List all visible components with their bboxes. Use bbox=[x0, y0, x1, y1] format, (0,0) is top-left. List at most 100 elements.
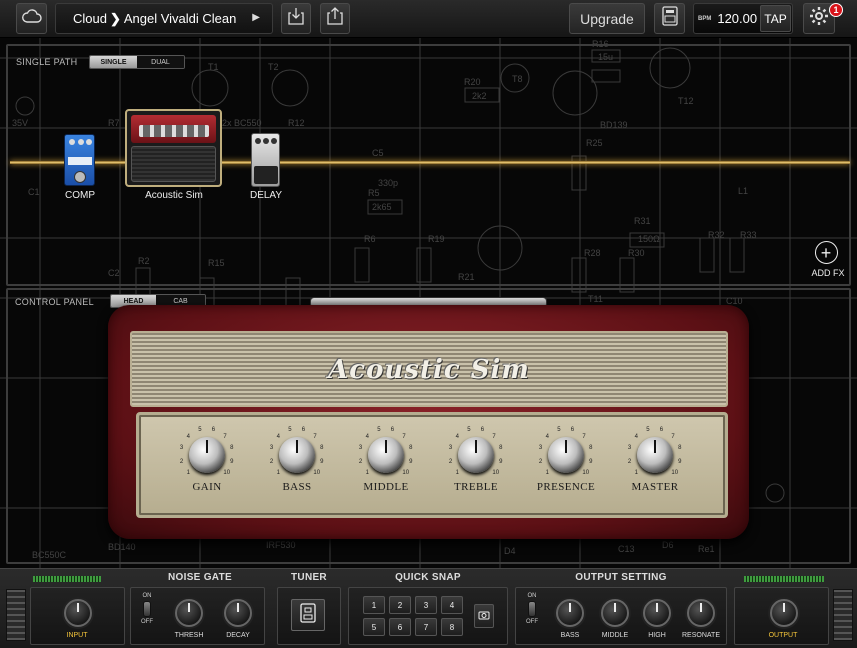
knob-scale-mark: 3 bbox=[448, 445, 453, 452]
output-bass-knob[interactable] bbox=[556, 599, 584, 627]
footswitch bbox=[254, 166, 278, 184]
play-icon[interactable]: ▶ bbox=[252, 12, 260, 23]
knob-scale-mark: 1 bbox=[276, 470, 280, 477]
presence-knob-group: PRESENCE 1 2 3 4 5 6 7 8 9 10 bbox=[536, 425, 596, 505]
output-high-knob[interactable] bbox=[643, 599, 671, 627]
path-mode-dual[interactable]: DUAL bbox=[137, 56, 184, 68]
stompbox-view-button[interactable] bbox=[654, 3, 685, 34]
knob-scale-mark: 8 bbox=[320, 445, 324, 452]
output-label: OUTPUT bbox=[768, 632, 798, 639]
knob-scale-mark: 8 bbox=[230, 445, 234, 452]
presence-knob[interactable] bbox=[548, 437, 584, 473]
amp-logo: Acoustic Sim bbox=[328, 355, 530, 385]
snap-slot-6[interactable]: 6 bbox=[389, 618, 411, 636]
middle-label: MIDDLE bbox=[363, 481, 409, 493]
knob-scale-mark: 9 bbox=[230, 458, 234, 465]
knob-scale-mark: 7 bbox=[671, 433, 675, 440]
knob-scale-mark: 2 bbox=[448, 458, 453, 465]
output-eq-switch[interactable]: ON OFF bbox=[525, 593, 539, 625]
fx-label-amp: Acoustic Sim bbox=[145, 190, 203, 201]
snap-slot-8[interactable]: 8 bbox=[441, 618, 463, 636]
fx-label-comp: COMP bbox=[65, 190, 95, 201]
add-fx-label: ADD FX bbox=[811, 268, 845, 278]
snap-slot-7[interactable]: 7 bbox=[415, 618, 437, 636]
thresh-knob[interactable] bbox=[175, 599, 203, 627]
knob-scale-mark: 5 bbox=[288, 426, 292, 433]
switch-lever bbox=[143, 601, 151, 617]
switch-lever bbox=[528, 601, 536, 617]
gear-icon bbox=[809, 6, 829, 31]
knob-scale-mark: 10 bbox=[223, 470, 231, 477]
share-preset-button[interactable] bbox=[320, 3, 350, 34]
knob-scale-mark: 7 bbox=[313, 433, 317, 440]
knob-scale-mark: 10 bbox=[313, 470, 321, 477]
camera-icon bbox=[478, 610, 490, 622]
knob-scale-mark: 9 bbox=[589, 458, 593, 465]
snap-slot-4[interactable]: 4 bbox=[441, 596, 463, 614]
output-middle-knob[interactable] bbox=[601, 599, 629, 627]
save-preset-button[interactable] bbox=[281, 3, 311, 34]
bass-knob-group: BASS 1 2 3 4 5 6 7 8 9 10 bbox=[267, 425, 327, 505]
snap-slot-1[interactable]: 1 bbox=[363, 596, 385, 614]
knob-scale-mark: 6 bbox=[659, 426, 664, 433]
pedal-knob bbox=[271, 138, 277, 144]
amp-thumbnail[interactable] bbox=[125, 109, 222, 187]
download-icon bbox=[288, 7, 304, 30]
tuner-button[interactable] bbox=[291, 599, 325, 631]
knob-scale-mark: 7 bbox=[402, 433, 406, 440]
knob-scale-mark: 4 bbox=[634, 433, 638, 440]
bass-knob[interactable] bbox=[279, 437, 315, 473]
cloud-button[interactable] bbox=[16, 3, 47, 34]
decay-knob[interactable] bbox=[224, 599, 252, 627]
path-mode-single[interactable]: SINGLE bbox=[90, 56, 137, 68]
knob-scale-mark: 7 bbox=[492, 433, 496, 440]
knob-scale-mark: 4 bbox=[455, 433, 459, 440]
knob-scale-mark: 1 bbox=[545, 470, 549, 477]
knob-scale-mark: 10 bbox=[402, 470, 410, 477]
bpm-label: BPM bbox=[698, 15, 712, 22]
knob-scale-mark: 4 bbox=[365, 433, 369, 440]
path-mode-toggle[interactable]: SINGLE DUAL bbox=[89, 55, 185, 69]
tap-tempo-button[interactable]: TAP bbox=[760, 5, 791, 32]
knob-scale-mark: 8 bbox=[409, 445, 413, 452]
input-knob[interactable] bbox=[64, 599, 92, 627]
knob-scale-mark: 3 bbox=[358, 445, 363, 452]
knob-scale-mark: 4 bbox=[186, 433, 190, 440]
tuner-section: TUNER bbox=[277, 569, 341, 648]
input-label: INPUT bbox=[66, 632, 88, 639]
delay-pedal[interactable] bbox=[251, 133, 280, 187]
snapshot-button[interactable] bbox=[474, 604, 494, 628]
add-fx-button[interactable]: + bbox=[811, 241, 841, 264]
preset-source: Cloud bbox=[73, 11, 107, 26]
gain-knob[interactable] bbox=[189, 437, 225, 473]
knob-scale-mark: 3 bbox=[538, 445, 543, 452]
quick-snap-grid: 1 2 3 4 5 6 7 8 bbox=[363, 596, 463, 636]
middle-knob[interactable] bbox=[368, 437, 404, 473]
upgrade-button[interactable]: Upgrade bbox=[569, 3, 645, 34]
snap-slot-3[interactable]: 3 bbox=[415, 596, 437, 614]
output-resonate-label: RESONATE bbox=[682, 632, 720, 639]
input-jack bbox=[6, 589, 26, 641]
bottom-bar: INPUT NOISE GATE ON OFF THRESH DECAY TUN… bbox=[0, 568, 857, 648]
knob-scale-mark: 5 bbox=[377, 426, 381, 433]
noise-gate-switch[interactable]: ON OFF bbox=[140, 593, 154, 625]
output-jack bbox=[833, 589, 853, 641]
comp-pedal[interactable] bbox=[64, 134, 95, 186]
knob-scale-mark: 3 bbox=[269, 445, 274, 452]
notification-badge: 1 bbox=[829, 3, 843, 17]
snap-slot-5[interactable]: 5 bbox=[363, 618, 385, 636]
pedal-knob bbox=[263, 138, 269, 144]
gain-knob-group: GAIN 1 2 3 4 5 6 7 8 9 10 bbox=[177, 425, 237, 505]
preset-selector[interactable]: Cloud ❯ Angel Vivaldi Clean ▶ bbox=[55, 3, 273, 34]
treble-knob[interactable] bbox=[458, 437, 494, 473]
output-resonate-knob[interactable] bbox=[687, 599, 715, 627]
output-setting-section: OUTPUT SETTING ON OFF BASS MIDDLE HIGH R… bbox=[515, 569, 727, 648]
top-toolbar: Cloud ❯ Angel Vivaldi Clean ▶ Upgrade BP… bbox=[0, 0, 857, 38]
thresh-label: THRESH bbox=[174, 632, 204, 639]
knob-scale-mark: 6 bbox=[390, 426, 395, 433]
treble-knob-group: TREBLE 1 2 3 4 5 6 7 8 9 10 bbox=[446, 425, 506, 505]
snap-slot-2[interactable]: 2 bbox=[389, 596, 411, 614]
input-meter bbox=[33, 576, 101, 582]
output-knob[interactable] bbox=[770, 599, 798, 627]
master-knob[interactable] bbox=[637, 437, 673, 473]
